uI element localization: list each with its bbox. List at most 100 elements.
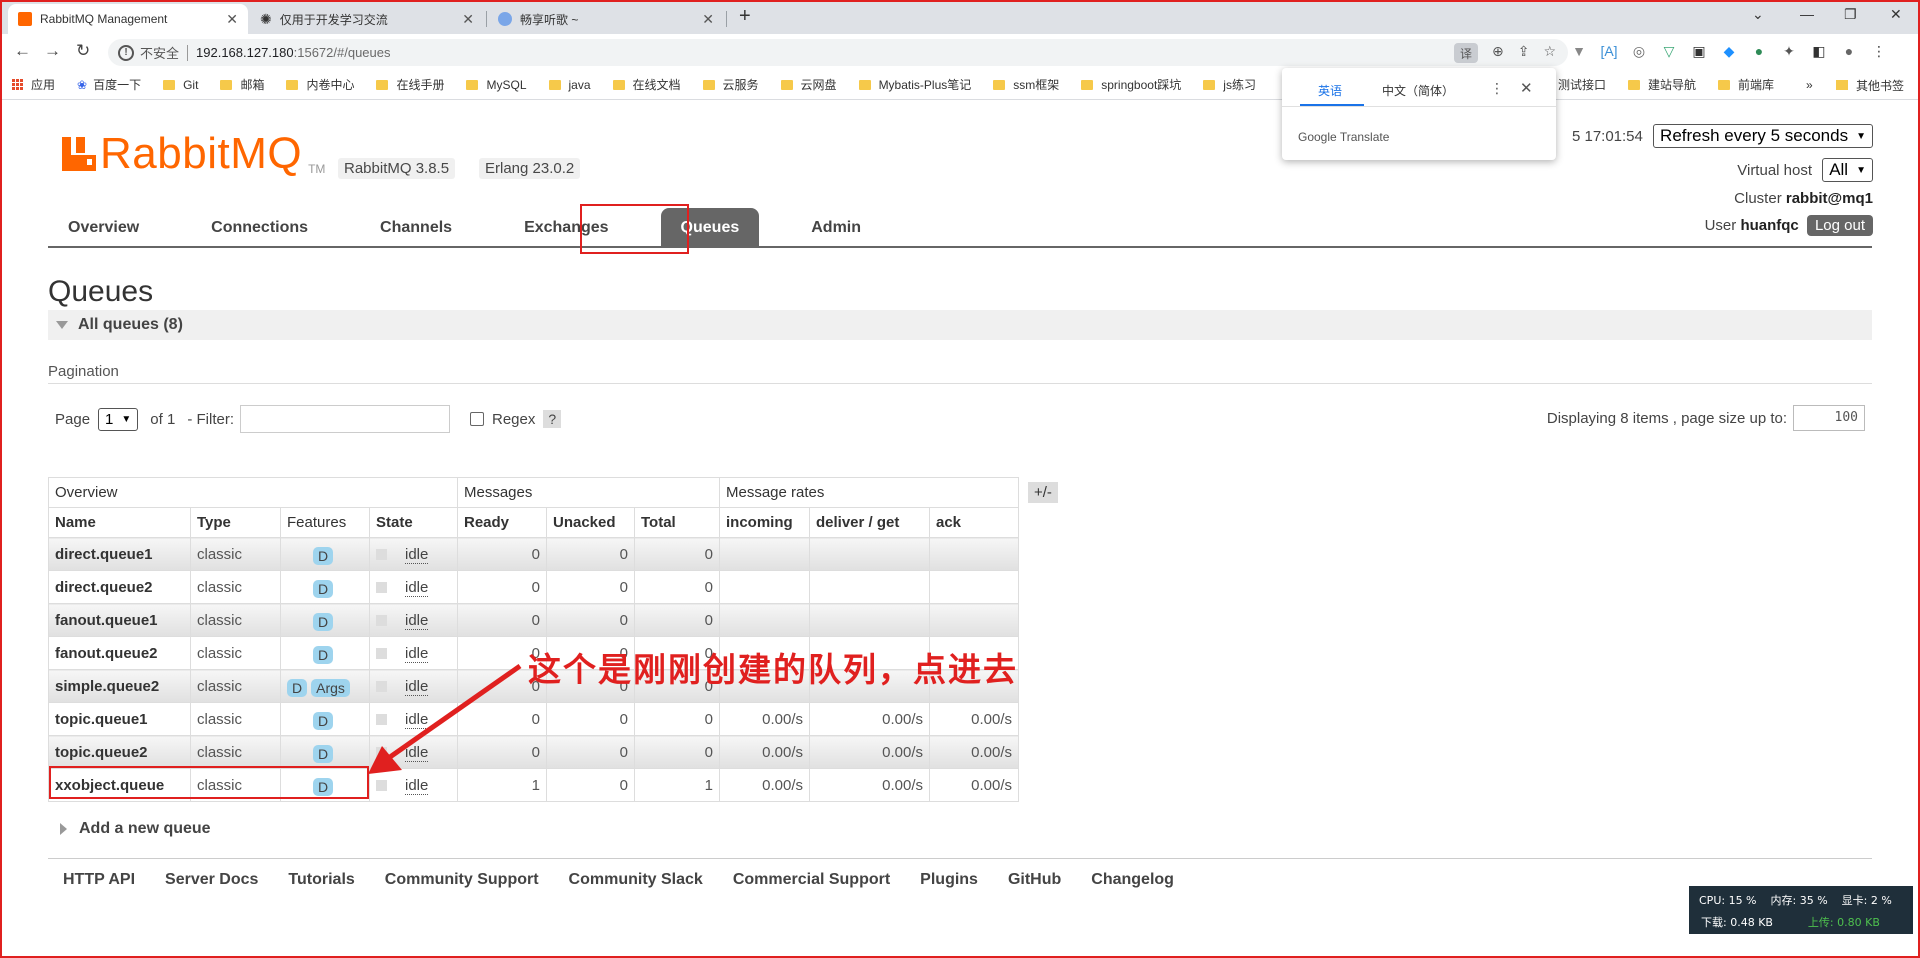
tab-channels[interactable]: Channels bbox=[360, 208, 472, 248]
more-options-icon[interactable]: ⋮ bbox=[1490, 80, 1504, 97]
close-tab-icon[interactable]: ✕ bbox=[462, 11, 474, 28]
address-bar[interactable]: ! 不安全 192.168.127.180 :15672/#/queues 译 … bbox=[108, 39, 1568, 66]
close-tab-icon[interactable]: ✕ bbox=[226, 11, 238, 28]
col-deliver-get[interactable]: deliver / get bbox=[809, 507, 930, 538]
translate-target-tab[interactable]: 中文（简体） bbox=[1382, 82, 1454, 99]
close-icon[interactable]: ✕ bbox=[1520, 79, 1533, 97]
queue-name-link[interactable]: simple.queue2 bbox=[48, 669, 191, 703]
back-icon[interactable]: ← bbox=[14, 41, 31, 61]
bookmark-folder[interactable]: 在线文档 bbox=[612, 76, 681, 93]
bookmark-baidu[interactable]: ❀ 百度一下 bbox=[77, 76, 141, 93]
forward-icon[interactable]: → bbox=[44, 41, 61, 61]
table-row[interactable]: direct.queue1 classic D idle 0 0 0 bbox=[48, 537, 1019, 571]
all-queues-toggle[interactable]: All queues (8) bbox=[48, 310, 1872, 340]
warning-icon[interactable]: ! bbox=[118, 44, 134, 61]
column-toggle-button[interactable]: +/- bbox=[1028, 482, 1058, 503]
queue-name-link[interactable]: fanout.queue2 bbox=[48, 636, 191, 670]
page-size-input[interactable]: 100 bbox=[1793, 405, 1865, 431]
other-bookmarks[interactable]: 其他书签 bbox=[1836, 70, 1904, 100]
footer-link-http-api[interactable]: HTTP API bbox=[63, 871, 135, 889]
tab-admin[interactable]: Admin bbox=[791, 208, 881, 248]
refresh-interval-select[interactable]: Refresh every 5 seconds ▼ bbox=[1653, 124, 1873, 148]
footer-link-community-slack[interactable]: Community Slack bbox=[569, 871, 703, 889]
footer-link-community-support[interactable]: Community Support bbox=[385, 871, 539, 889]
bookmark-folder[interactable]: ssm框架 bbox=[993, 76, 1059, 93]
queue-name-link[interactable]: fanout.queue1 bbox=[48, 603, 191, 637]
new-tab-icon[interactable]: + bbox=[739, 5, 751, 28]
col-type[interactable]: Type bbox=[190, 507, 281, 538]
footer-link-server-docs[interactable]: Server Docs bbox=[165, 871, 258, 889]
queue-name-link[interactable]: topic.queue2 bbox=[48, 735, 191, 769]
filter-input[interactable] bbox=[240, 405, 450, 433]
tab-queues[interactable]: Queues bbox=[660, 208, 760, 248]
browser-menu-icon[interactable]: ⋮ bbox=[1870, 42, 1888, 60]
page-select[interactable]: 1 ▼ bbox=[98, 407, 139, 431]
queue-name-link[interactable]: direct.queue1 bbox=[48, 537, 191, 571]
footer-link-commercial-support[interactable]: Commercial Support bbox=[733, 871, 890, 889]
close-window-icon[interactable]: ✕ bbox=[1890, 6, 1902, 23]
translator-extension-icon[interactable]: [A] bbox=[1600, 42, 1618, 60]
vhost-select[interactable]: All ▼ bbox=[1822, 158, 1873, 182]
bookmark-folder[interactable]: springboot踩坑 bbox=[1081, 76, 1181, 93]
regex-help-button[interactable]: ? bbox=[543, 410, 562, 428]
bookmark-folder[interactable]: Git bbox=[163, 78, 198, 92]
tab-music[interactable]: 畅享听歌 ~ ✕ bbox=[488, 4, 724, 34]
minimize-icon[interactable]: — bbox=[1800, 6, 1814, 22]
bookmark-folder[interactable]: js练习 bbox=[1203, 76, 1256, 93]
bookmark-folder[interactable]: MySQL bbox=[466, 78, 527, 92]
tab-search-icon[interactable]: ⌄ bbox=[1752, 6, 1764, 23]
bookmark-folder[interactable]: Mybatis-Plus笔记 bbox=[858, 76, 971, 93]
queue-name-link[interactable]: direct.queue2 bbox=[48, 570, 191, 604]
footer-link-tutorials[interactable]: Tutorials bbox=[288, 871, 354, 889]
share-icon[interactable]: ⇪ bbox=[1518, 43, 1530, 63]
col-name[interactable]: Name bbox=[48, 507, 191, 538]
vue-extension-icon[interactable]: ▽ bbox=[1660, 42, 1678, 60]
profile-avatar-icon[interactable]: ● bbox=[1840, 42, 1858, 60]
bookmark-folder[interactable]: 云网盘 bbox=[780, 76, 837, 93]
logout-button[interactable]: Log out bbox=[1806, 215, 1873, 236]
bookmark-folder[interactable]: 前端库 bbox=[1718, 76, 1774, 93]
rabbitmq-logo[interactable]: RabbitMQ TM bbox=[62, 132, 325, 176]
bookmark-folder[interactable]: 内卷中心 bbox=[286, 76, 354, 93]
bookmark-folder[interactable]: java bbox=[548, 78, 591, 92]
bookmark-folder[interactable]: 建站导航 bbox=[1627, 76, 1696, 93]
diamond-extension-icon[interactable]: ◆ bbox=[1720, 42, 1738, 60]
queue-name-link[interactable]: xxobject.queue bbox=[48, 768, 191, 802]
regex-checkbox[interactable] bbox=[470, 412, 484, 426]
bookmarks-overflow-icon[interactable]: » bbox=[1806, 78, 1813, 92]
vpn-extension-icon[interactable]: ▼ bbox=[1570, 42, 1588, 60]
col-state[interactable]: State bbox=[369, 507, 458, 538]
queue-name-link[interactable]: topic.queue1 bbox=[48, 702, 191, 736]
restore-icon[interactable]: ❐ bbox=[1844, 6, 1857, 23]
footer-link-changelog[interactable]: Changelog bbox=[1091, 871, 1174, 889]
col-ready[interactable]: Ready bbox=[457, 507, 547, 538]
table-row[interactable]: direct.queue2 classic D idle 0 0 0 bbox=[48, 570, 1019, 604]
bookmark-folder[interactable]: 邮箱 bbox=[220, 76, 264, 93]
bookmark-folder[interactable]: 在线手册 bbox=[376, 76, 444, 93]
bookmark-star-icon[interactable]: ☆ bbox=[1543, 43, 1556, 63]
tab-extension-icon[interactable]: ▣ bbox=[1690, 42, 1708, 60]
tab-connections[interactable]: Connections bbox=[191, 208, 328, 248]
footer-link-plugins[interactable]: Plugins bbox=[920, 871, 978, 889]
side-panel-icon[interactable]: ◧ bbox=[1810, 42, 1828, 60]
zoom-icon[interactable]: ⊕ bbox=[1492, 43, 1504, 63]
translate-source-tab[interactable]: 英语 bbox=[1318, 82, 1342, 99]
bookmark-folder[interactable]: 云服务 bbox=[702, 76, 759, 93]
col-incoming[interactable]: incoming bbox=[719, 507, 810, 538]
tab-rabbitmq[interactable]: RabbitMQ Management ✕ bbox=[8, 4, 248, 34]
eye-extension-icon[interactable]: ◎ bbox=[1630, 42, 1648, 60]
col-unacked[interactable]: Unacked bbox=[546, 507, 635, 538]
tab-dev-study[interactable]: ✺ 仅用于开发学习交流 ✕ bbox=[250, 4, 484, 34]
reload-icon[interactable]: ↻ bbox=[76, 41, 90, 61]
translate-icon[interactable]: 译 bbox=[1453, 43, 1478, 63]
add-queue-toggle[interactable]: Add a new queue bbox=[60, 820, 211, 838]
tab-overview[interactable]: Overview bbox=[48, 208, 159, 248]
tab-exchanges[interactable]: Exchanges bbox=[504, 208, 628, 248]
globe-extension-icon[interactable]: ● bbox=[1750, 42, 1768, 60]
puzzle-extensions-icon[interactable]: ✦ bbox=[1780, 42, 1798, 60]
col-total[interactable]: Total bbox=[634, 507, 720, 538]
col-ack[interactable]: ack bbox=[929, 507, 1019, 538]
bookmark-apps[interactable]: 应用 bbox=[12, 76, 55, 93]
footer-link-github[interactable]: GitHub bbox=[1008, 871, 1061, 889]
close-tab-icon[interactable]: ✕ bbox=[702, 11, 714, 28]
